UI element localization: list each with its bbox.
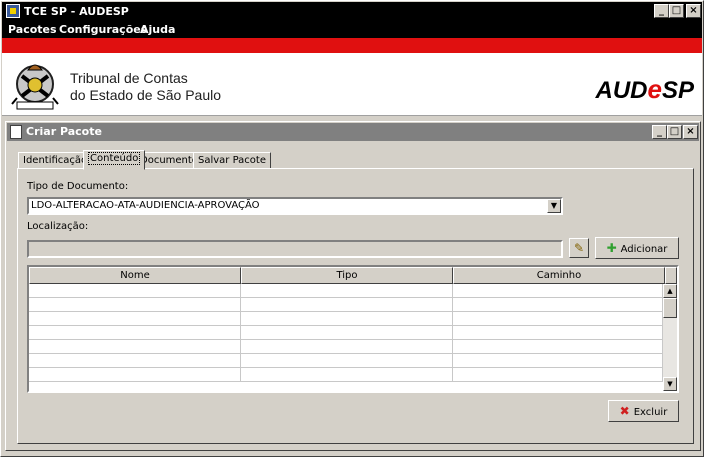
plus-icon: ✚ [606, 241, 617, 255]
tab-salvar-pacote[interactable]: Salvar Pacote [193, 152, 271, 169]
table-cell [453, 312, 663, 325]
table-cell [453, 340, 663, 353]
scroll-up-button[interactable]: ▲ [663, 284, 677, 298]
table-cell [29, 354, 241, 367]
add-button-label: Adicionar [620, 244, 668, 255]
table-cell [241, 326, 453, 339]
column-header-tipo[interactable]: Tipo [241, 267, 453, 284]
column-header-corner [665, 267, 677, 284]
maximize-button[interactable]: □ [669, 4, 684, 18]
table-row[interactable] [29, 354, 663, 368]
close-button[interactable]: × [686, 4, 701, 18]
header-stripe [2, 38, 702, 53]
table-cell [29, 368, 241, 381]
org-name-line2: do Estado de São Paulo [70, 87, 222, 103]
table-cell [29, 312, 241, 325]
table-cell [453, 354, 663, 367]
vertical-scrollbar[interactable]: ▲ ▼ [663, 284, 677, 391]
table-row[interactable] [29, 284, 663, 298]
title-bar: TCE SP - AUDESP _ □ × [2, 2, 702, 21]
tipo-documento-value: LDO-ALTERACAO-ATA-AUDIENCIA-APROVAÇÃO [31, 200, 260, 211]
inner-title-bar: Criar Pacote _ □ × [7, 123, 699, 141]
tab-identificacao[interactable]: Identificação [18, 152, 93, 169]
minimize-button[interactable]: _ [654, 4, 669, 18]
localizacao-field[interactable] [27, 240, 563, 258]
browse-button[interactable]: ✎ [569, 238, 589, 258]
brand-suffix: SP [661, 77, 694, 104]
coat-of-arms-logo [11, 64, 59, 110]
localizacao-label: Localização: [27, 221, 89, 232]
inner-minimize-button[interactable]: _ [652, 125, 667, 139]
header-banner: Tribunal de Contas do Estado de São Paul… [2, 53, 702, 116]
chevron-down-icon[interactable]: ▼ [547, 199, 561, 213]
table-cell [29, 298, 241, 311]
table-row[interactable] [29, 340, 663, 354]
column-header-caminho[interactable]: Caminho [453, 267, 665, 284]
table-cell [453, 284, 663, 297]
x-icon: ✖ [619, 404, 630, 418]
tab-conteudo[interactable]: Conteúdo [83, 150, 146, 170]
criar-pacote-window: Criar Pacote _ □ × Identificação Conteúd… [5, 121, 701, 451]
table-cell [241, 368, 453, 381]
table-row[interactable] [29, 368, 663, 382]
inner-close-button[interactable]: × [683, 125, 698, 139]
org-name-line1: Tribunal de Contas [70, 70, 188, 86]
wand-icon: ✎ [573, 241, 585, 255]
table-cell [241, 284, 453, 297]
table-header: Nome Tipo Caminho [29, 267, 677, 284]
tipo-documento-label: Tipo de Documento: [27, 181, 129, 192]
column-header-nome[interactable]: Nome [29, 267, 241, 284]
window-title: TCE SP - AUDESP [24, 5, 129, 18]
table-body [29, 284, 663, 391]
document-icon [10, 125, 22, 139]
tipo-documento-select[interactable]: LDO-ALTERACAO-ATA-AUDIENCIA-APROVAÇÃO ▼ [27, 197, 563, 215]
add-button[interactable]: ✚ Adicionar [595, 237, 679, 259]
table-cell [241, 298, 453, 311]
content-table: Nome Tipo Caminho ▲ ▼ [27, 265, 679, 393]
table-cell [453, 298, 663, 311]
table-cell [453, 326, 663, 339]
table-cell [241, 312, 453, 325]
brand-e: e [647, 74, 662, 104]
table-cell [29, 340, 241, 353]
menu-configuracoes[interactable]: Configurações [59, 23, 147, 36]
table-cell [29, 284, 241, 297]
menu-ajuda[interactable]: Ajuda [140, 23, 175, 36]
table-cell [453, 368, 663, 381]
table-cell [241, 354, 453, 367]
table-cell [29, 326, 241, 339]
table-row[interactable] [29, 312, 663, 326]
menu-pacotes[interactable]: Pacotes [8, 23, 57, 36]
brand-prefix: AUD [595, 77, 648, 104]
table-row[interactable] [29, 326, 663, 340]
delete-button[interactable]: ✖ Excluir [608, 400, 679, 422]
tab-conteudo-label: Conteúdo [88, 152, 141, 165]
main-window: TCE SP - AUDESP _ □ × Pacotes Configuraç… [0, 0, 704, 457]
table-row[interactable] [29, 298, 663, 312]
delete-button-label: Excluir [633, 407, 668, 418]
scroll-down-button[interactable]: ▼ [663, 377, 677, 391]
inner-maximize-button[interactable]: □ [667, 125, 682, 139]
audesp-logo: AUDeSP [596, 74, 694, 105]
scroll-thumb[interactable] [663, 298, 677, 318]
app-icon [6, 4, 20, 18]
menu-bar: Pacotes Configurações Ajuda [2, 21, 702, 38]
table-cell [241, 340, 453, 353]
dialog-title: Criar Pacote [26, 125, 102, 138]
